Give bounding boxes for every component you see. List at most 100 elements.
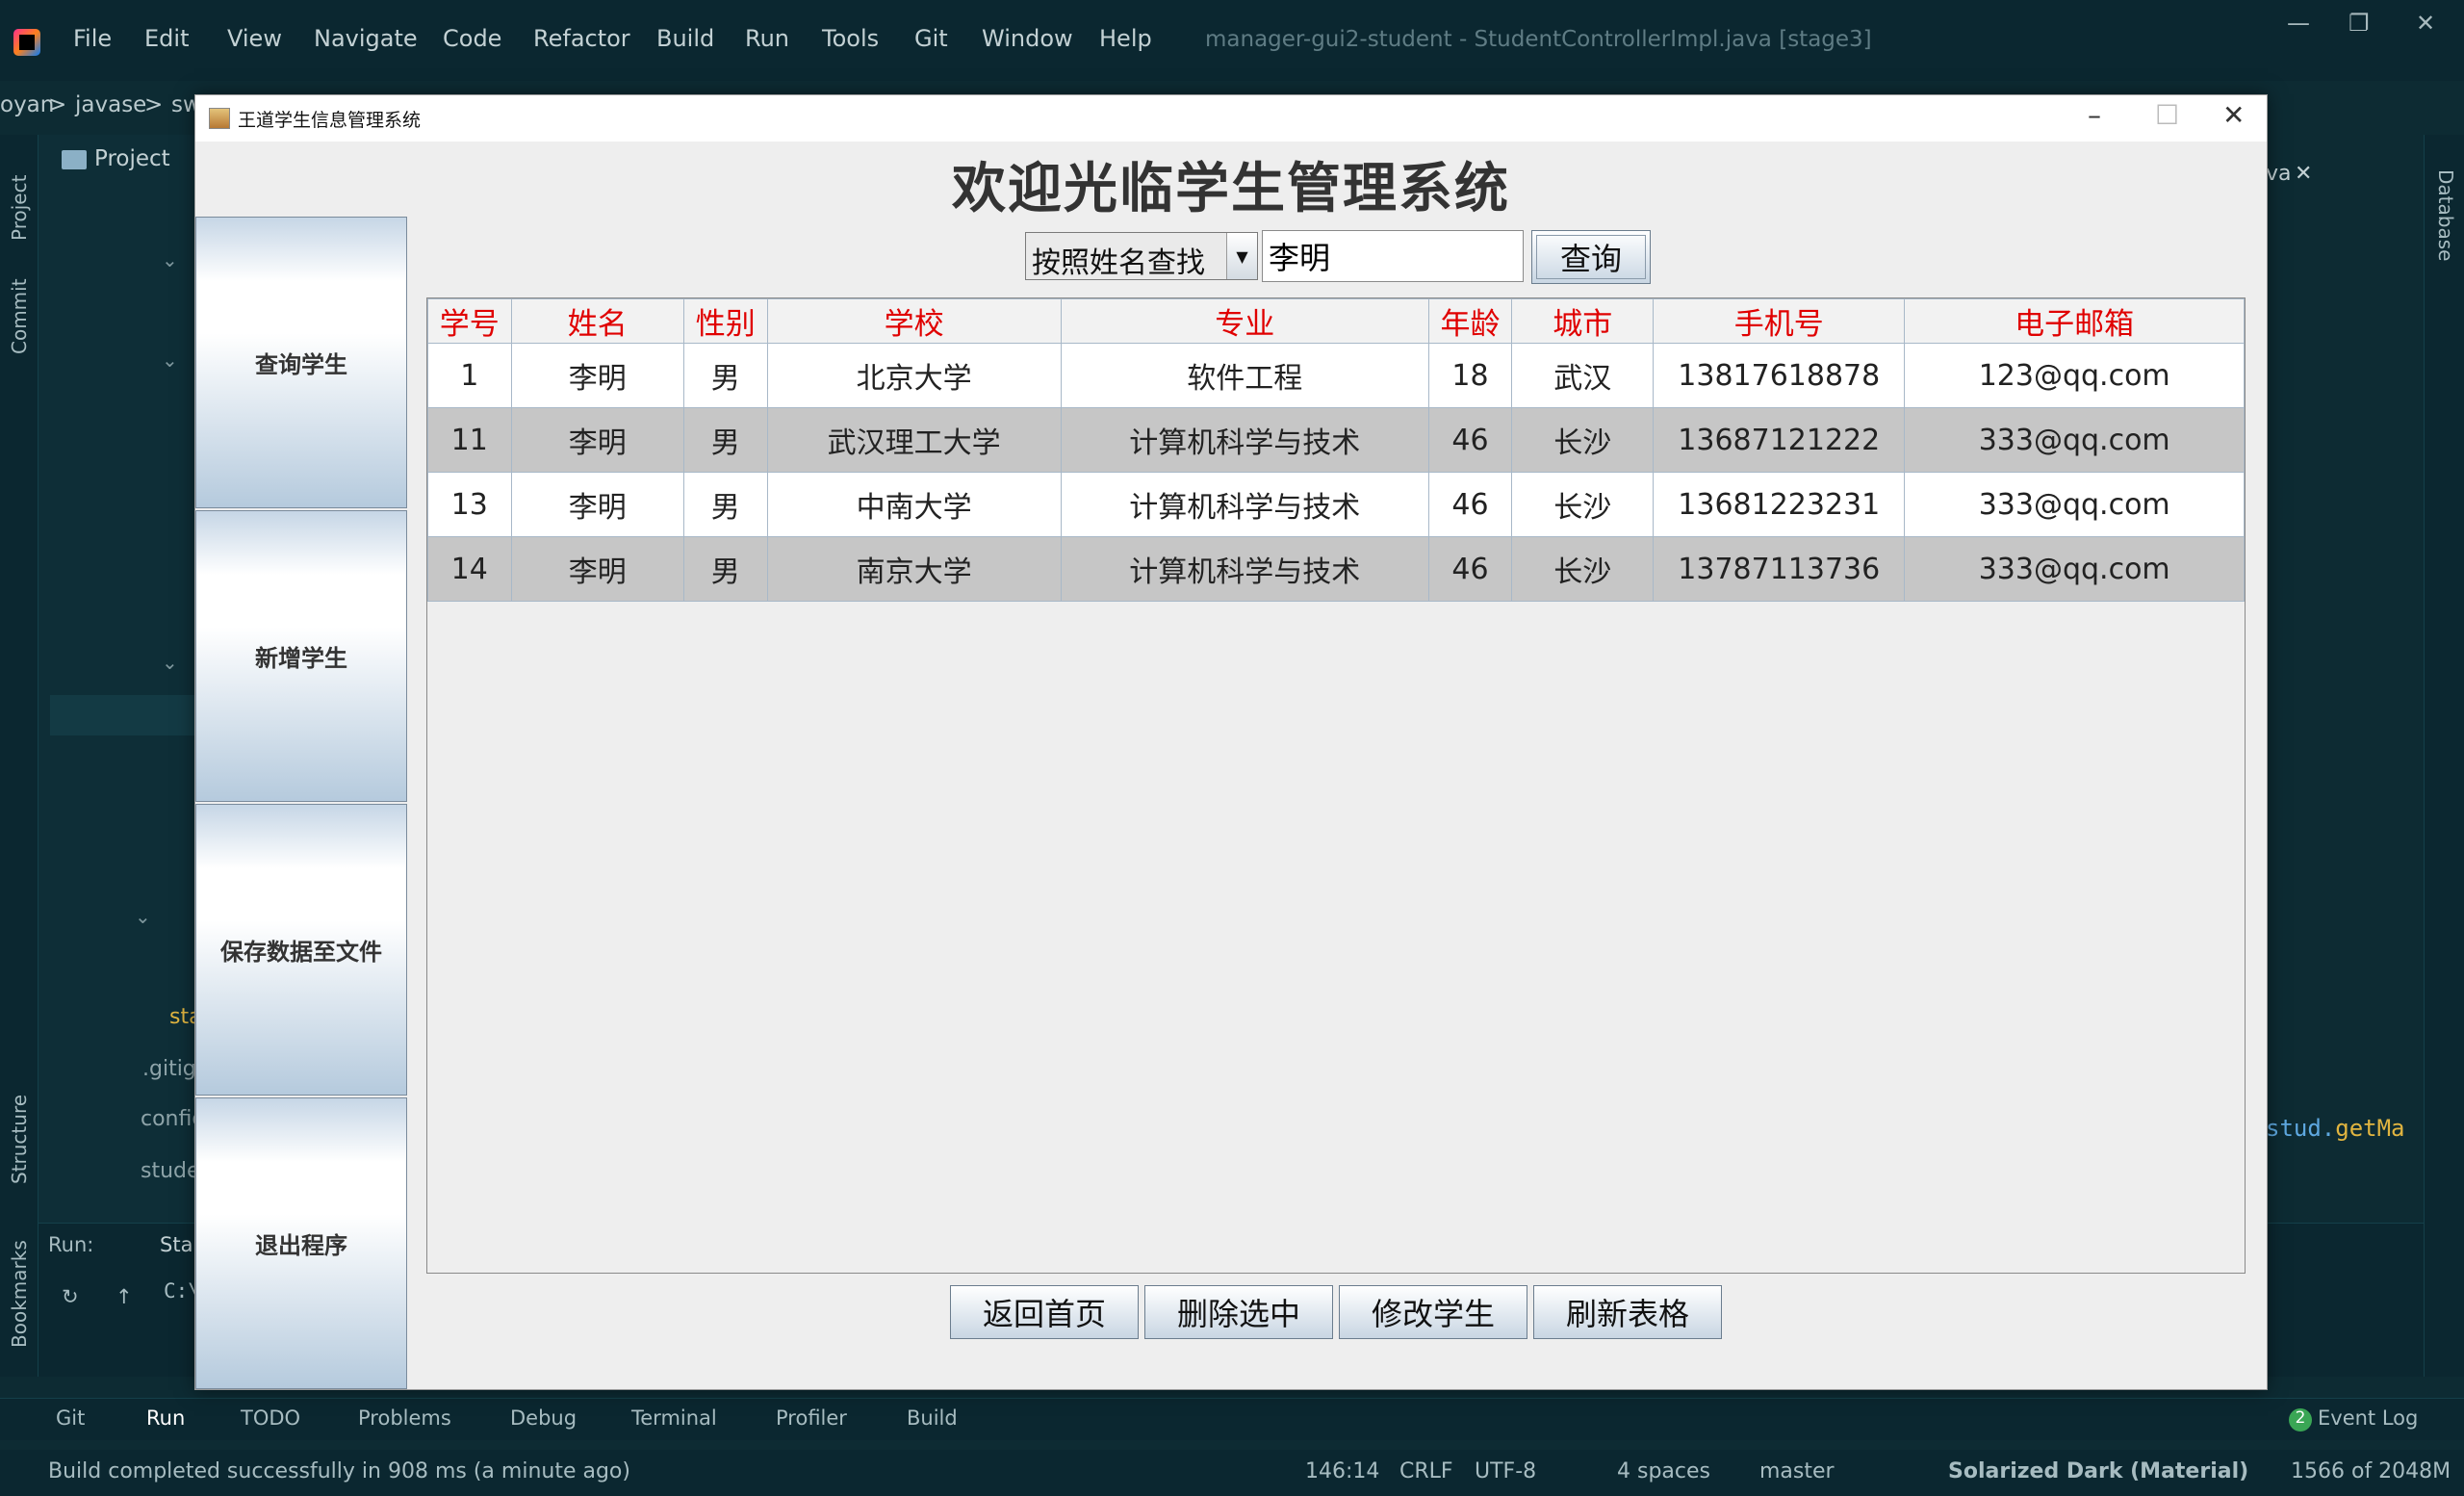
table-cell[interactable]: 333@qq.com <box>1904 472 2245 537</box>
editor-area[interactable] <box>2262 135 2424 1213</box>
ide-close-icon[interactable]: ✕ <box>2416 10 2435 37</box>
table-cell[interactable]: 13687121222 <box>1653 407 1906 473</box>
chevron-down-icon[interactable]: ⌄ <box>162 248 178 271</box>
table-row[interactable]: 13 李明 男 中南大学 计算机科学与技术 46 长沙 13681223231 … <box>427 472 2245 537</box>
table-cell[interactable]: 123@qq.com <box>1904 343 2245 408</box>
project-panel-title[interactable]: Project <box>94 146 170 171</box>
menu-window[interactable]: Window <box>982 25 1073 52</box>
editor-tab-fragment[interactable]: va <box>2266 162 2292 186</box>
column-header[interactable]: 学号 <box>427 298 512 344</box>
project-selected-row[interactable] <box>50 695 196 735</box>
search-mode-select[interactable]: 按照姓名查找 ▼ <box>1025 232 1258 280</box>
menu-code[interactable]: Code <box>443 25 501 52</box>
exit-program-button[interactable]: 退出程序 <box>195 1097 407 1389</box>
column-header[interactable]: 手机号 <box>1653 298 1906 344</box>
table-cell[interactable]: 11 <box>427 407 512 473</box>
tool-debug[interactable]: Debug <box>510 1406 577 1430</box>
table-cell[interactable]: 13787113736 <box>1653 536 1906 602</box>
back-home-button[interactable]: 返回首页 <box>950 1285 1139 1339</box>
table-cell[interactable]: 李明 <box>510 407 685 473</box>
tool-project[interactable]: Project <box>8 175 31 241</box>
table-cell[interactable]: 男 <box>683 407 768 473</box>
table-cell[interactable]: 计算机科学与技术 <box>1060 472 1429 537</box>
chevron-down-icon[interactable]: ⌄ <box>162 651 178 674</box>
edit-student-button[interactable]: 修改学生 <box>1339 1285 1527 1339</box>
ide-minimize-icon[interactable]: — <box>2287 10 2310 37</box>
column-header[interactable]: 专业 <box>1060 298 1429 344</box>
table-cell[interactable]: 李明 <box>510 343 685 408</box>
dialog-titlebar[interactable]: 王道学生信息管理系统 – ☐ ✕ <box>195 95 2267 142</box>
student-table[interactable]: 学号 姓名 性别 学校 专业 年龄 城市 手机号 电子邮箱 1 李明 男 北京大… <box>426 297 2246 1274</box>
table-cell[interactable]: 333@qq.com <box>1904 536 2245 602</box>
breadcrumb-seg[interactable]: oyan <box>0 92 54 117</box>
table-cell[interactable]: 1 <box>427 343 512 408</box>
table-cell[interactable]: 男 <box>683 472 768 537</box>
refresh-table-button[interactable]: 刷新表格 <box>1533 1285 1722 1339</box>
table-cell[interactable]: 18 <box>1427 343 1513 408</box>
editor-tab-close-icon[interactable]: ✕ <box>2295 162 2312 186</box>
rerun-icon[interactable]: ↻ <box>62 1285 79 1308</box>
chevron-down-icon[interactable]: ⌄ <box>135 905 151 928</box>
ide-restore-icon[interactable]: ❐ <box>2348 10 2370 37</box>
minimize-icon[interactable]: – <box>2088 99 2101 131</box>
menu-help[interactable]: Help <box>1099 25 1152 52</box>
caret-position[interactable]: 146:14 <box>1305 1459 1379 1483</box>
table-cell[interactable]: 13 <box>427 472 512 537</box>
menu-edit[interactable]: Edit <box>144 25 189 52</box>
table-cell[interactable]: 长沙 <box>1511 472 1655 537</box>
chevron-down-icon[interactable]: ▼ <box>1226 233 1257 279</box>
column-header[interactable]: 性别 <box>683 298 768 344</box>
query-button[interactable]: 查询 <box>1531 230 1651 284</box>
breadcrumb-seg[interactable]: javase <box>75 92 146 117</box>
table-cell[interactable]: 武汉 <box>1511 343 1655 408</box>
table-cell[interactable]: 46 <box>1427 472 1513 537</box>
query-student-button[interactable]: 查询学生 <box>195 217 407 508</box>
table-cell[interactable]: 男 <box>683 343 768 408</box>
memory-indicator[interactable]: 1566 of 2048M <box>2291 1459 2451 1483</box>
column-header[interactable]: 电子邮箱 <box>1904 298 2245 344</box>
menu-build[interactable]: Build <box>656 25 714 52</box>
menu-run[interactable]: Run <box>745 25 789 52</box>
column-header[interactable]: 姓名 <box>510 298 685 344</box>
table-cell[interactable]: 李明 <box>510 536 685 602</box>
table-cell[interactable]: 13817618878 <box>1653 343 1906 408</box>
indent-setting[interactable]: 4 spaces <box>1617 1459 1710 1483</box>
tool-database[interactable]: Database <box>2434 169 2457 261</box>
menu-refactor[interactable]: Refactor <box>533 25 630 52</box>
menu-navigate[interactable]: Navigate <box>314 25 418 52</box>
table-cell[interactable]: 武汉理工大学 <box>766 407 1062 473</box>
column-header[interactable]: 城市 <box>1511 298 1655 344</box>
table-cell[interactable]: 李明 <box>510 472 685 537</box>
tool-profiler[interactable]: Profiler <box>776 1406 847 1430</box>
git-branch[interactable]: master <box>1759 1459 1835 1483</box>
column-header[interactable]: 学校 <box>766 298 1062 344</box>
table-cell[interactable]: 46 <box>1427 407 1513 473</box>
table-cell[interactable]: 中南大学 <box>766 472 1062 537</box>
tool-bookmarks[interactable]: Bookmarks <box>8 1240 31 1348</box>
table-cell[interactable]: 14 <box>427 536 512 602</box>
tool-run[interactable]: Run <box>146 1406 185 1430</box>
table-row[interactable]: 11 李明 男 武汉理工大学 计算机科学与技术 46 长沙 1368712122… <box>427 407 2245 473</box>
column-header[interactable]: 年龄 <box>1427 298 1513 344</box>
arrow-up-icon[interactable]: ↑ <box>116 1285 133 1308</box>
table-cell[interactable]: 长沙 <box>1511 407 1655 473</box>
table-cell[interactable]: 男 <box>683 536 768 602</box>
tree-item[interactable]: stude <box>141 1159 200 1183</box>
add-student-button[interactable]: 新增学生 <box>195 510 407 802</box>
table-cell[interactable]: 计算机科学与技术 <box>1060 407 1429 473</box>
table-cell[interactable]: 13681223231 <box>1653 472 1906 537</box>
tool-structure[interactable]: Structure <box>8 1095 31 1184</box>
menu-tools[interactable]: Tools <box>822 25 879 52</box>
menu-view[interactable]: View <box>227 25 282 52</box>
close-icon[interactable]: ✕ <box>2222 99 2245 131</box>
menu-git[interactable]: Git <box>914 25 948 52</box>
chevron-down-icon[interactable]: ⌄ <box>162 348 178 372</box>
table-cell[interactable]: 计算机科学与技术 <box>1060 536 1429 602</box>
search-input[interactable] <box>1262 230 1524 282</box>
tool-todo[interactable]: TODO <box>241 1406 300 1430</box>
tool-terminal[interactable]: Terminal <box>631 1406 717 1430</box>
tool-build[interactable]: Build <box>907 1406 958 1430</box>
tool-commit[interactable]: Commit <box>8 278 31 354</box>
table-row[interactable]: 14 李明 男 南京大学 计算机科学与技术 46 长沙 13787113736 … <box>427 536 2245 602</box>
table-cell[interactable]: 北京大学 <box>766 343 1062 408</box>
